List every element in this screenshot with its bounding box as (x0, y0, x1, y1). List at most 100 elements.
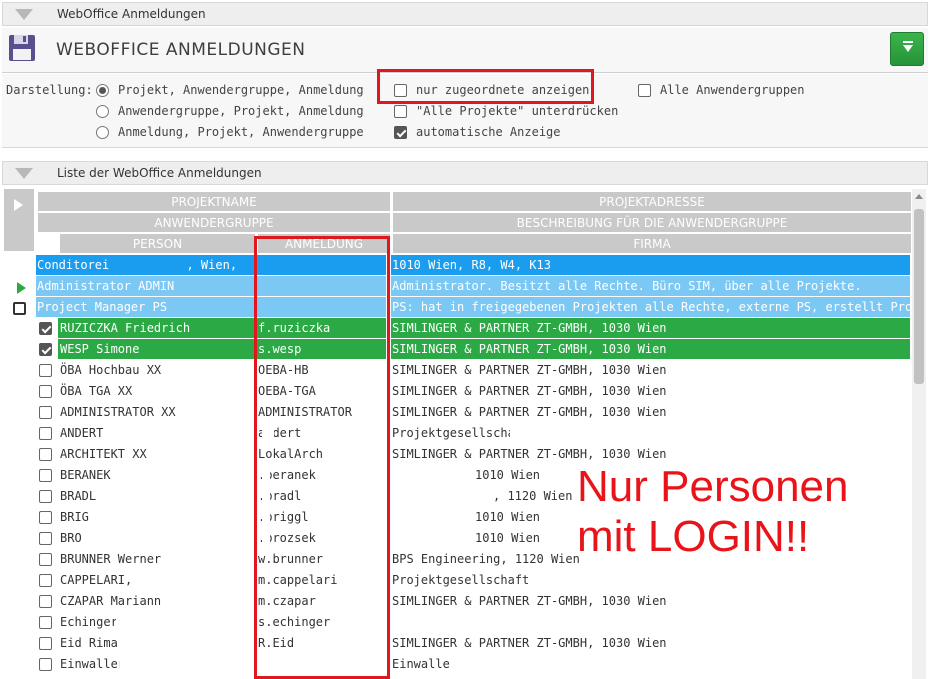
scrollbar-thumb[interactable] (914, 209, 924, 384)
person-row[interactable]: CAPPELARI, m.cappelari Projektgesellschaft (2, 570, 912, 591)
redaction-mask (510, 425, 675, 442)
registration-table: PROJEKTNAME PROJEKTADRESSE ANWENDERGRUPP… (2, 189, 928, 679)
panel-title: WebOffice Anmeldungen (57, 7, 206, 21)
person-row[interactable]: ADMINISTRATOR XX ADMINISTRATOR SIMLINGER &… (2, 402, 912, 423)
person-checkbox[interactable] (39, 364, 52, 377)
login-column-highlight (254, 236, 390, 679)
person-checkbox[interactable] (39, 322, 52, 335)
person-row[interactable]: ÖBA Hochbau XX OEBA-HB SIMLINGER & PARTNER… (2, 360, 912, 381)
expand-all-button[interactable] (4, 189, 34, 251)
person-row[interactable]: Echinger s.echinger (2, 612, 912, 633)
checkbox[interactable] (394, 125, 407, 139)
redaction-mask (112, 425, 164, 442)
weboffice-panel-header[interactable]: WebOffice Anmeldungen (2, 2, 928, 26)
header-projektname[interactable]: PROJEKTNAME (38, 192, 390, 212)
person-checkbox[interactable] (39, 343, 52, 356)
person-checkbox[interactable] (39, 553, 52, 566)
checkbox-label: automatische Anzeige (416, 125, 561, 139)
person-checkbox[interactable] (39, 490, 52, 503)
person-name: ÖBA Hochbau XX (60, 363, 162, 377)
person-row[interactable]: CZAPAR Mariann m.czapar SIMLINGER & PARTNE… (2, 591, 912, 612)
person-checkbox[interactable] (39, 406, 52, 419)
radio-label: Projekt, Anwendergruppe, Anmeldung (118, 83, 364, 97)
list-panel-header[interactable]: Liste der WebOffice Anmeldungen (2, 161, 928, 185)
person-name: Einwaller (60, 657, 126, 671)
company-name: SIMLINGER & PARTNER ZT-GMBH, 1030 Wien (392, 384, 667, 398)
person-name: BRADL (60, 489, 97, 503)
radio-gruppe-projekt-anmeldung[interactable]: Anwendergruppe, Projekt, Anmeldung (96, 102, 364, 120)
person-checkbox[interactable] (39, 595, 52, 608)
company-name: SIMLINGER & PARTNER ZT-GMBH, 1030 Wien (392, 363, 667, 377)
radio-label: Anmeldung, Projekt, Anwendergruppe (118, 125, 364, 139)
person-checkbox[interactable] (39, 616, 52, 629)
collapse-arrow-icon[interactable] (15, 9, 33, 20)
play-icon (14, 199, 23, 211)
header-anwendergruppe[interactable]: ANWENDERGRUPPE (38, 213, 390, 233)
radio-anmeldung-projekt-gruppe[interactable]: Anmeldung, Projekt, Anwendergruppe (96, 123, 364, 141)
person-name: Eid Rima (60, 636, 118, 650)
person-row[interactable]: Eid Rima R.Eid SIMLINGER & PARTNER ZT-GMBH… (2, 633, 912, 654)
group-description: Administrator. Besitzt alle Rechte. Büro… (391, 276, 910, 296)
checkbox-label: Alle Anwendergruppen (660, 83, 805, 97)
redaction-mask (450, 656, 630, 673)
project-row[interactable]: Conditorei , Wien, 1010 Wien, R8, W4, K1… (2, 255, 912, 276)
person-checkbox[interactable] (39, 532, 52, 545)
display-label: Darstellung: (6, 83, 93, 97)
company-name: SIMLINGER & PARTNER ZT-GMBH, 1030 Wien (392, 405, 667, 419)
person-checkbox[interactable] (39, 448, 52, 461)
company-name: SIMLINGER & PARTNER ZT-GMBH, 1030 Wien (392, 636, 667, 650)
radio-button[interactable] (96, 125, 109, 139)
redaction-mask (116, 614, 168, 631)
checkbox[interactable] (638, 83, 651, 97)
person-row[interactable]: RUZICZKA Friedrich f.ruziczka SIMLINGER & … (2, 318, 912, 339)
person-name: ÖBA TGA XX (60, 384, 133, 398)
radio-button[interactable] (96, 83, 109, 97)
redaction-mask (392, 509, 476, 526)
person-name: CZAPAR Mariann (60, 594, 162, 608)
person-row[interactable]: Einwaller Einwaller (2, 654, 912, 675)
redaction-mask (106, 488, 148, 505)
header-projektadresse[interactable]: PROJEKTADRESSE (393, 192, 911, 212)
annotation-line-2: mit LOGIN!! (577, 512, 810, 561)
person-checkbox[interactable] (39, 637, 52, 650)
redaction-mask (392, 530, 476, 547)
redaction-mask (394, 614, 744, 631)
person-checkbox[interactable] (39, 511, 52, 524)
header-firma[interactable]: FIRMA (393, 234, 911, 254)
redaction-mask (90, 509, 168, 526)
checkbox-label: "Alle Projekte" unterdrücken (416, 104, 619, 118)
radio-projekt-gruppe-anmeldung[interactable]: Projekt, Anwendergruppe, Anmeldung (96, 81, 364, 99)
person-row[interactable]: ÖBA TGA XX OEBA-TGA SIMLINGER & PARTNER ZT… (2, 381, 912, 402)
company-name: SIMLINGER & PARTNER ZT-GMBH, 1030 Wien (391, 339, 910, 359)
redaction-mask (392, 467, 476, 484)
person-row[interactable]: ANDERT andert Projektgesellschaft (2, 423, 912, 444)
group-description: PS: hat in freigegebenen Projekten alle … (391, 297, 910, 317)
group-row-pm[interactable]: Project Manager PS PS: hat in freigegebe… (2, 297, 912, 318)
person-checkbox[interactable] (39, 385, 52, 398)
header-person[interactable]: PERSON (60, 234, 255, 254)
person-checkbox[interactable] (39, 658, 52, 671)
person-name: ARCHITEKT XX (60, 447, 147, 461)
person-checkbox[interactable] (39, 427, 52, 440)
collapse-arrow-icon[interactable] (15, 168, 33, 179)
redaction-mask (116, 467, 168, 484)
download-icon (903, 41, 913, 52)
checkbox[interactable] (394, 104, 407, 118)
radio-button[interactable] (96, 104, 109, 118)
person-checkbox[interactable] (39, 469, 52, 482)
title-bar: WEBOFFICE ANMELDUNGEN (2, 28, 928, 73)
checkbox-automatische-anzeige[interactable]: automatische Anzeige (394, 123, 561, 141)
page-title: WEBOFFICE ANMELDUNGEN (56, 40, 306, 60)
checkbox-alle-anwendergruppen[interactable]: Alle Anwendergruppen (638, 81, 805, 99)
header-beschreibung[interactable]: BESCHREIBUNG FÜR DIE ANWENDERGRUPPE (393, 213, 911, 233)
scroll-up-icon[interactable] (915, 194, 923, 199)
company-name: SIMLINGER & PARTNER ZT-GMBH, 1030 Wien (391, 318, 910, 338)
group-row-admin[interactable]: Administrator ADMIN Administrator. Besit… (2, 276, 912, 297)
download-button[interactable] (890, 32, 924, 66)
person-row[interactable]: WESP Simone s.wesp SIMLINGER & PARTNER ZT-… (2, 339, 912, 360)
annotation-line-1: Nur Personen (577, 462, 849, 511)
redaction-mask (392, 488, 494, 505)
person-checkbox[interactable] (39, 574, 52, 587)
checkbox-alle-projekte-unterdruecken[interactable]: "Alle Projekte" unterdrücken (394, 102, 618, 120)
vertical-scrollbar[interactable] (912, 189, 926, 679)
